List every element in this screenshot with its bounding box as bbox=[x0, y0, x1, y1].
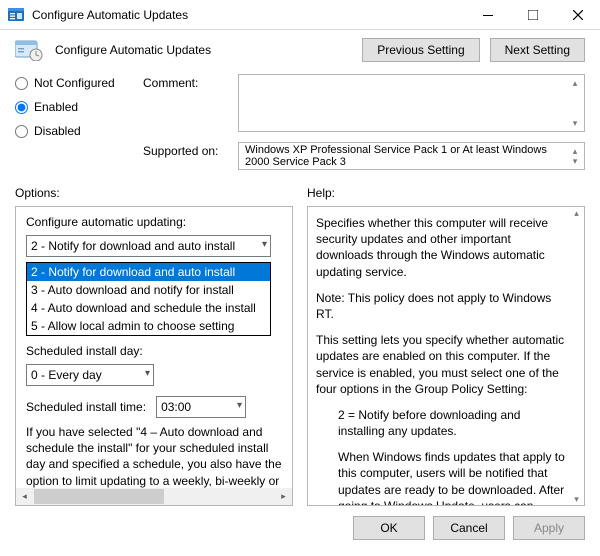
window-title: Configure Automatic Updates bbox=[32, 8, 465, 22]
help-text: Specifies whether this computer will rec… bbox=[316, 215, 566, 506]
chevron-down-icon: ▾ bbox=[145, 368, 150, 379]
radio-disabled[interactable]: Disabled bbox=[15, 124, 143, 138]
supported-label: Supported on: bbox=[143, 142, 228, 170]
config-updating-dropdown: 2 - Notify for download and auto install… bbox=[26, 262, 271, 336]
state-radios: Not Configured Enabled Disabled bbox=[15, 74, 143, 170]
scroll-down-icon[interactable]: ▾ bbox=[568, 117, 582, 129]
radio-enabled-label: Enabled bbox=[34, 100, 78, 114]
maximize-button[interactable] bbox=[510, 0, 555, 30]
dropdown-option[interactable]: 3 - Auto download and notify for install bbox=[27, 281, 270, 299]
radio-enabled[interactable]: Enabled bbox=[15, 100, 143, 114]
config-updating-combo[interactable]: 2 - Notify for download and auto install… bbox=[26, 235, 271, 257]
next-setting-button[interactable]: Next Setting bbox=[490, 38, 585, 62]
help-p: Specifies whether this computer will rec… bbox=[316, 215, 566, 280]
sched-day-value: 0 - Every day bbox=[31, 368, 102, 382]
app-icon bbox=[8, 7, 24, 23]
options-pane: Configure automatic updating: 2 - Notify… bbox=[15, 206, 293, 506]
minimize-button[interactable] bbox=[465, 0, 510, 30]
radio-not-configured-input[interactable] bbox=[15, 77, 28, 90]
radio-not-configured-label: Not Configured bbox=[34, 76, 115, 90]
policy-icon bbox=[15, 39, 45, 61]
scroll-down-icon[interactable]: ▾ bbox=[568, 155, 582, 167]
dialog-footer: OK Cancel Apply bbox=[0, 506, 600, 554]
scroll-left-icon[interactable]: ◂ bbox=[16, 488, 33, 505]
help-p: This setting lets you specify whether au… bbox=[316, 332, 566, 397]
help-p: Note: This policy does not apply to Wind… bbox=[316, 290, 566, 322]
options-hscrollbar[interactable]: ◂ ▸ bbox=[16, 488, 292, 505]
dropdown-option[interactable]: 2 - Notify for download and auto install bbox=[27, 263, 270, 281]
sched-time-value: 03:00 bbox=[161, 400, 191, 414]
config-updating-value: 2 - Notify for download and auto install bbox=[31, 239, 235, 253]
radio-disabled-input[interactable] bbox=[15, 125, 28, 138]
options-pane-label: Options: bbox=[15, 186, 293, 200]
scroll-down-icon[interactable]: ▾ bbox=[574, 493, 579, 505]
previous-setting-button[interactable]: Previous Setting bbox=[362, 38, 479, 62]
help-pane: Specifies whether this computer will rec… bbox=[307, 206, 585, 506]
chevron-down-icon: ▾ bbox=[237, 400, 242, 411]
radio-disabled-label: Disabled bbox=[34, 124, 81, 138]
help-p: 2 = Notify before downloading and instal… bbox=[316, 407, 566, 439]
comment-field[interactable]: ▴ ▾ bbox=[238, 74, 585, 132]
apply-button[interactable]: Apply bbox=[513, 516, 585, 540]
policy-title: Configure Automatic Updates bbox=[55, 43, 352, 57]
ok-button[interactable]: OK bbox=[353, 516, 425, 540]
close-button[interactable] bbox=[555, 0, 600, 30]
comment-label: Comment: bbox=[143, 74, 228, 132]
scroll-up-icon[interactable]: ▴ bbox=[574, 207, 579, 219]
help-vscrollbar[interactable]: ▴ ▾ bbox=[569, 207, 584, 505]
dropdown-option[interactable]: 5 - Allow local admin to choose setting bbox=[27, 317, 270, 335]
scroll-thumb[interactable] bbox=[34, 489, 164, 504]
sched-day-combo[interactable]: 0 - Every day ▾ bbox=[26, 364, 154, 386]
scroll-up-icon[interactable]: ▴ bbox=[568, 77, 582, 89]
supported-value: Windows XP Professional Service Pack 1 o… bbox=[245, 144, 564, 168]
scroll-right-icon[interactable]: ▸ bbox=[275, 488, 292, 505]
config-updating-label: Configure automatic updating: bbox=[26, 215, 282, 229]
sched-time-combo[interactable]: 03:00 ▾ bbox=[156, 396, 246, 418]
supported-field: Windows XP Professional Service Pack 1 o… bbox=[238, 142, 585, 170]
help-p: When Windows finds updates that apply to… bbox=[316, 449, 566, 506]
radio-not-configured[interactable]: Not Configured bbox=[15, 76, 143, 90]
radio-enabled-input[interactable] bbox=[15, 101, 28, 114]
dropdown-option[interactable]: 4 - Auto download and schedule the insta… bbox=[27, 299, 270, 317]
help-pane-label: Help: bbox=[307, 186, 585, 200]
sched-time-label: Scheduled install time: bbox=[26, 400, 146, 414]
cancel-button[interactable]: Cancel bbox=[433, 516, 505, 540]
title-bar: Configure Automatic Updates bbox=[0, 0, 600, 30]
sched-day-label: Scheduled install day: bbox=[26, 344, 282, 358]
chevron-down-icon: ▾ bbox=[262, 239, 267, 250]
